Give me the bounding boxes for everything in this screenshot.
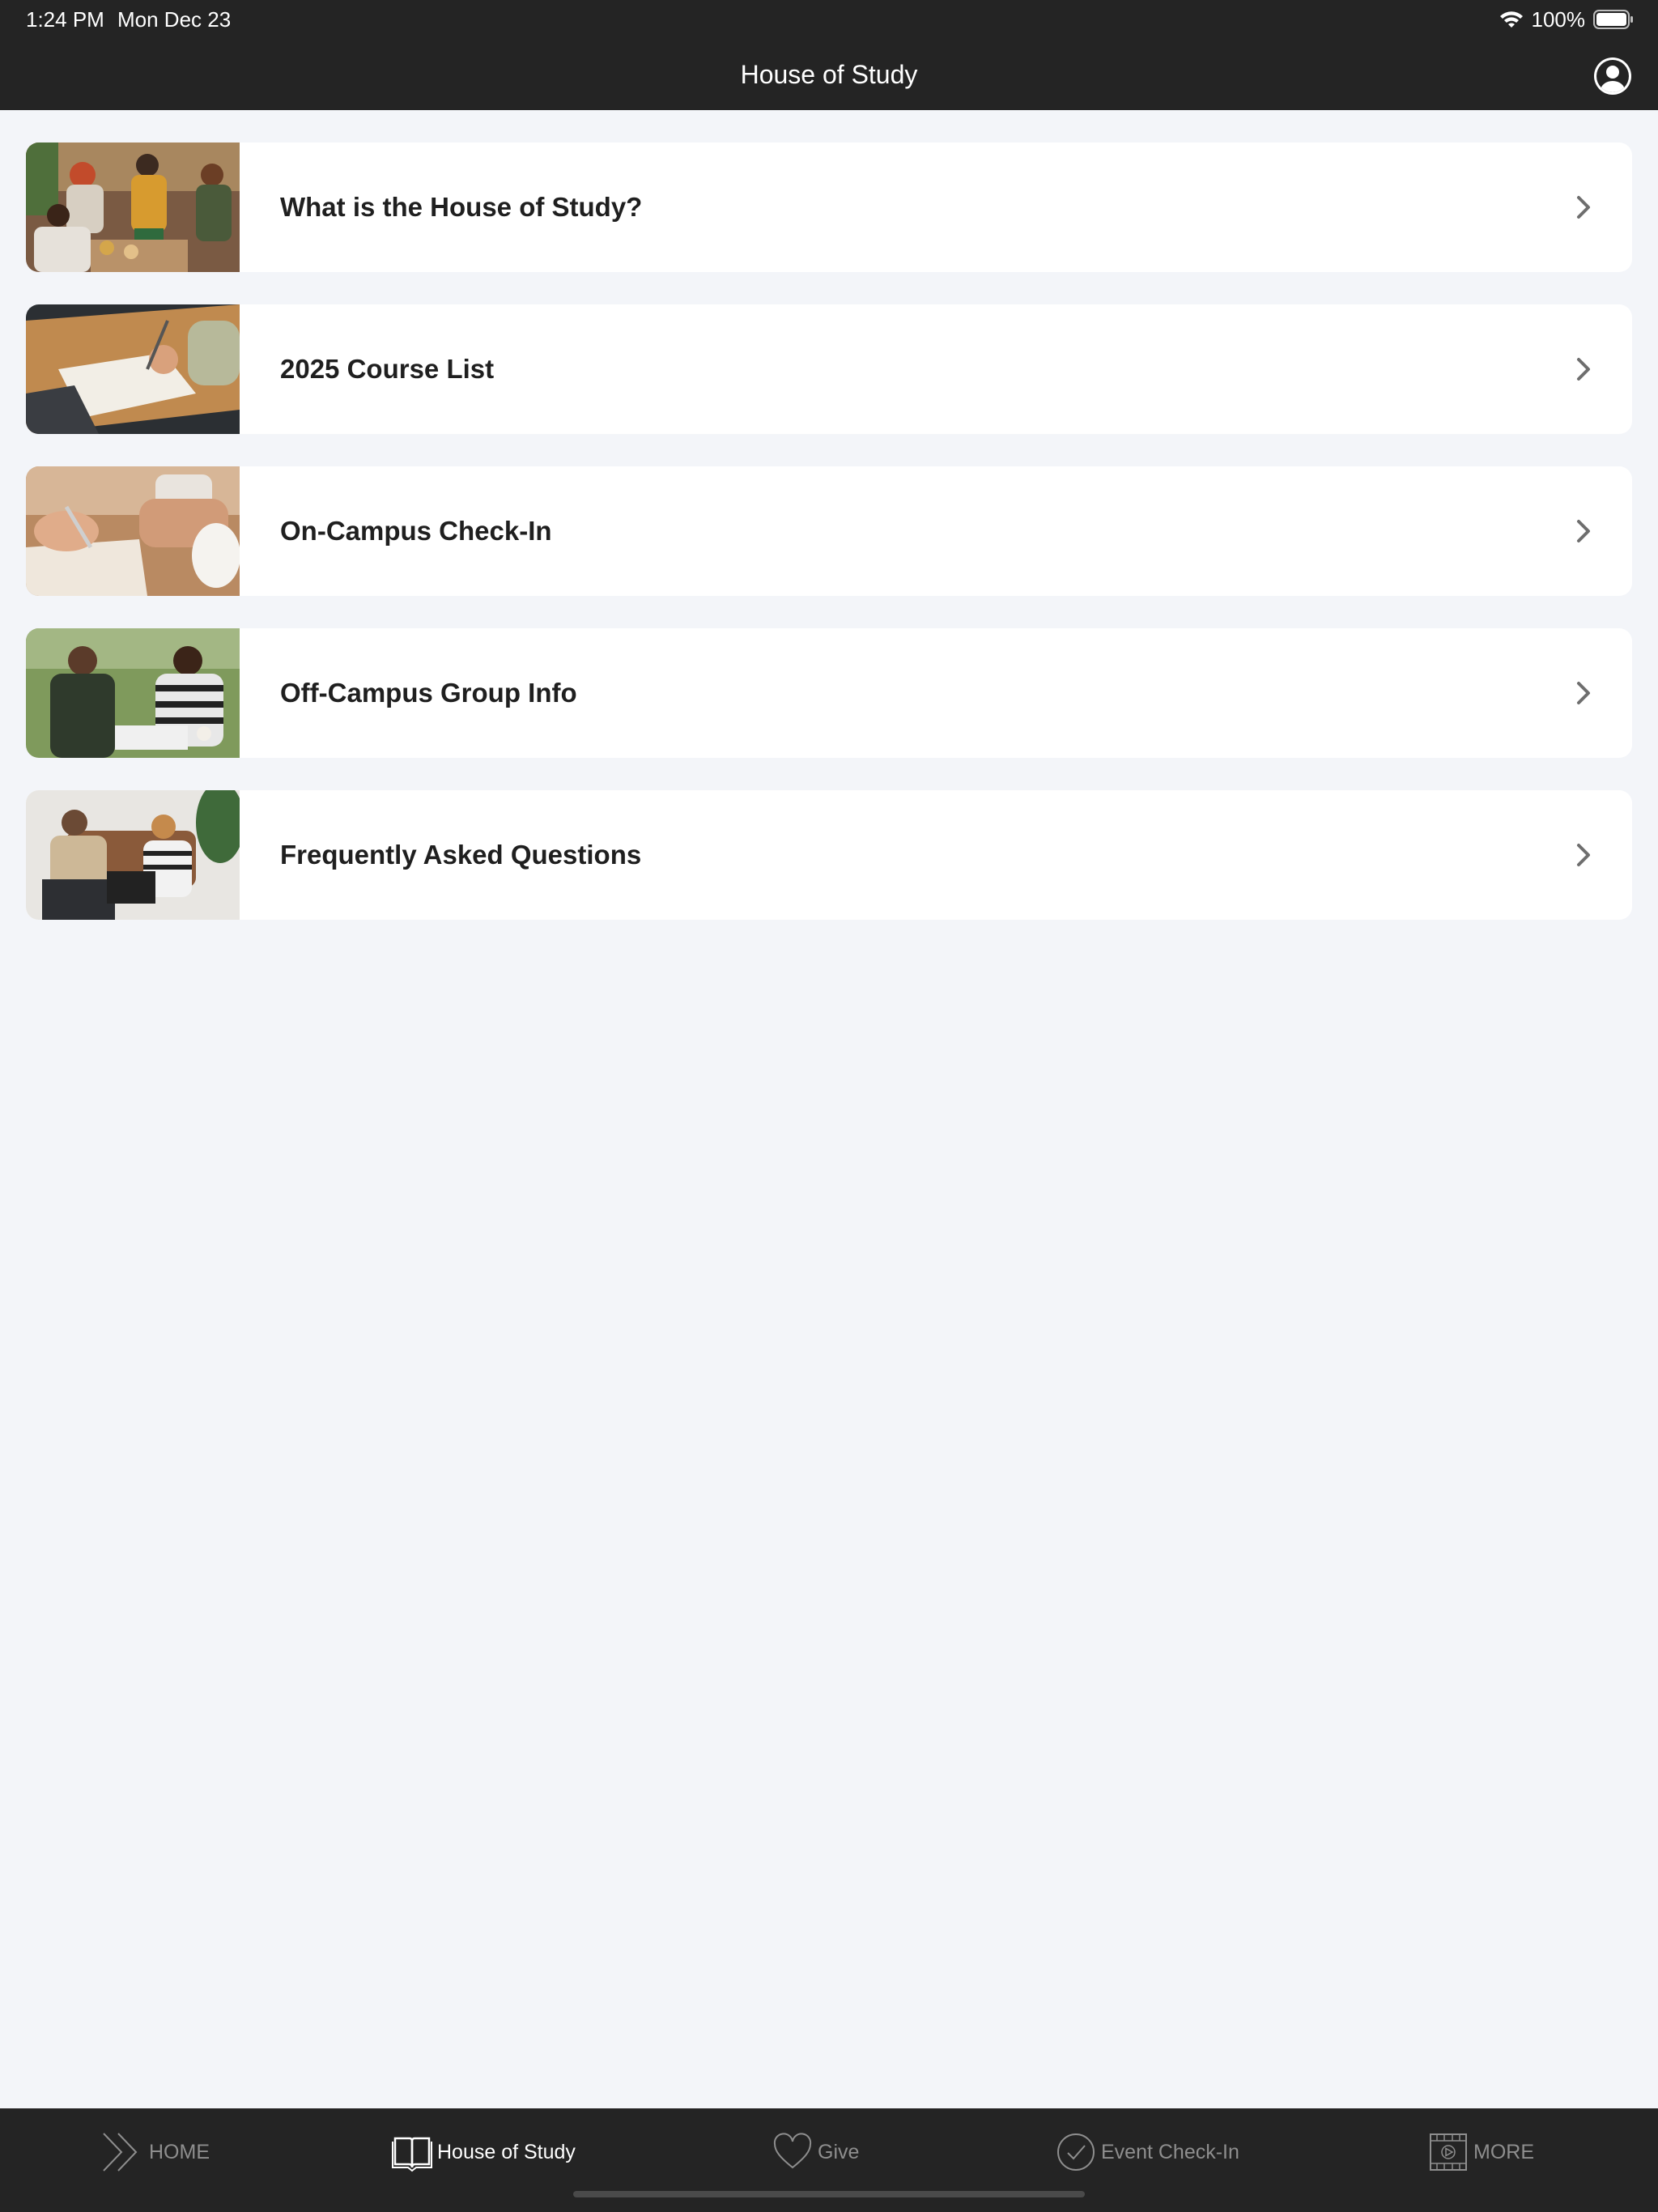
film-play-icon — [1430, 2133, 1467, 2171]
tab-house-of-study[interactable]: House of Study — [392, 2128, 576, 2176]
list-item-label: Off-Campus Group Info — [280, 678, 577, 708]
heart-icon — [773, 2133, 812, 2169]
battery-percentage: 100% — [1531, 6, 1586, 32]
status-indicators: 100% — [1499, 6, 1635, 32]
chevron-right-icon — [1577, 520, 1590, 542]
list-item-label: Frequently Asked Questions — [280, 840, 642, 870]
tab-home[interactable]: HOME — [100, 2128, 210, 2176]
tab-label: Give — [818, 2140, 860, 2163]
chevron-right-icon — [1577, 196, 1590, 219]
chevron-right-icon — [1577, 358, 1590, 381]
tab-label: MORE — [1473, 2140, 1534, 2163]
chevron-right-icon — [1577, 844, 1590, 866]
study-couch-thumbnail — [26, 790, 240, 920]
double-chevron-icon — [103, 2133, 138, 2172]
group-photo-thumbnail — [26, 143, 240, 272]
user-avatar-icon — [1594, 57, 1631, 95]
list-item-what-is-house-of-study[interactable]: What is the House of Study? — [26, 143, 1632, 272]
tab-event-check-in[interactable]: Event Check-In — [1056, 2128, 1239, 2176]
phone-and-notes-thumbnail — [26, 466, 240, 596]
list-item-label: 2025 Course List — [280, 354, 495, 384]
list-item-off-campus-group-info[interactable]: Off-Campus Group Info — [26, 628, 1632, 758]
list-item-label: On-Campus Check-In — [280, 516, 552, 546]
outdoor-conversation-thumbnail — [26, 628, 240, 758]
list-item-course-list[interactable]: 2025 Course List — [26, 304, 1632, 434]
tab-label: House of Study — [437, 2140, 576, 2163]
tab-more[interactable]: MORE — [1428, 2128, 1534, 2176]
status-time: 1:24 PM — [26, 7, 104, 32]
list-item-label: What is the House of Study? — [280, 192, 643, 222]
tab-give[interactable]: Give — [772, 2128, 859, 2176]
home-indicator — [573, 2191, 1085, 2197]
status-date: Mon Dec 23 — [117, 7, 232, 32]
list-item-on-campus-check-in[interactable]: On-Campus Check-In — [26, 466, 1632, 596]
list-item-faq[interactable]: Frequently Asked Questions — [26, 790, 1632, 920]
writing-notebook-thumbnail — [26, 304, 240, 434]
menu-list: What is the House of Study? 2025 Course … — [26, 143, 1632, 952]
wifi-icon — [1499, 10, 1524, 29]
tab-label: Event Check-In — [1101, 2140, 1239, 2163]
top-navigation-bar: 1:24 PM Mon Dec 23 100% House of Study — [0, 0, 1658, 110]
profile-button[interactable] — [1593, 57, 1632, 96]
chevron-right-icon — [1577, 682, 1590, 704]
tab-label: HOME — [149, 2140, 210, 2163]
battery-icon — [1593, 9, 1634, 30]
book-icon — [392, 2137, 432, 2172]
check-circle-icon — [1057, 2133, 1095, 2171]
page-title: House of Study — [740, 60, 918, 89]
